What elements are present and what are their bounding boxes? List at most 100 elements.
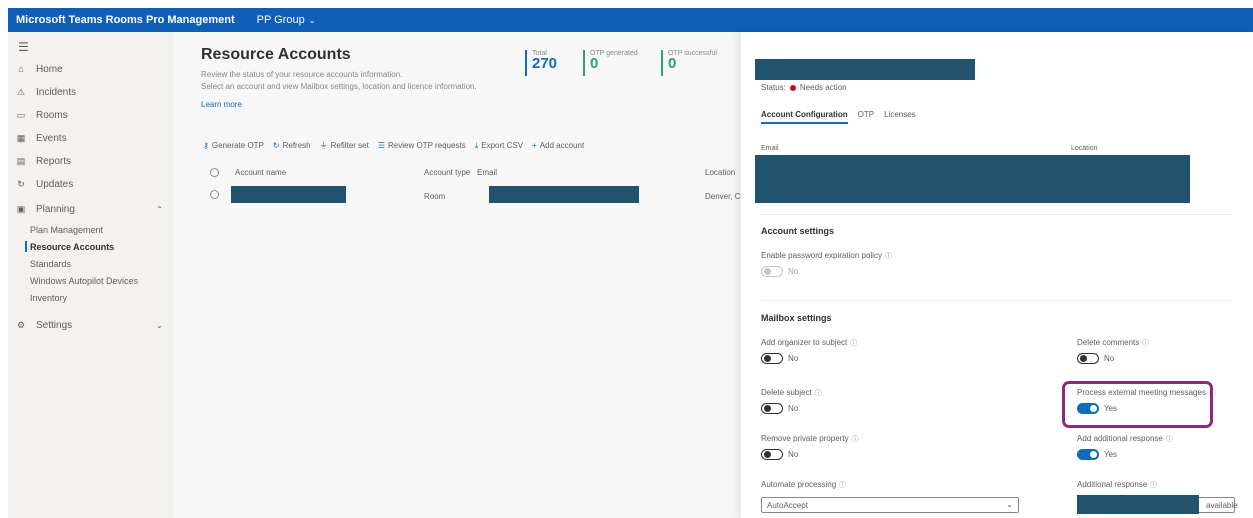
refilter-button[interactable]: ⏚ Refilter set: [320, 140, 369, 151]
sidebar-item-label: Rooms: [36, 109, 68, 121]
redacted-additional-response: [1077, 495, 1199, 514]
filter-icon: ⏚: [319, 141, 328, 150]
toggle-track: [761, 353, 783, 364]
sidebar-subitem-label: Windows Autopilot Devices: [30, 275, 139, 286]
tab-account-configuration[interactable]: Account Configuration: [761, 110, 848, 124]
info-icon[interactable]: ⓘ: [839, 482, 846, 489]
info-icon[interactable]: ⓘ: [815, 390, 822, 397]
sidebar-subitem-label: Resource Accounts: [30, 241, 115, 252]
password-expiration-toggle[interactable]: No: [761, 266, 798, 277]
button-label: Generate OTP: [211, 141, 264, 150]
account-status: Status: Needs action: [761, 83, 847, 92]
automate-processing-select[interactable]: AutoAccept ⌄: [761, 497, 1019, 513]
button-label: Add account: [539, 141, 585, 150]
alert-icon: ⚠: [16, 86, 26, 97]
add-organizer-toggle[interactable]: No: [761, 353, 798, 364]
chevron-down-icon: ⌄: [1006, 500, 1013, 509]
account-settings-title: Account settings: [761, 226, 835, 236]
panel-tabs: Account Configuration OTP Licenses: [761, 110, 916, 124]
sidebar-item-reports[interactable]: ▤ Reports: [14, 152, 169, 170]
sidebar-subitem-resource-accounts[interactable]: Resource Accounts: [24, 239, 115, 254]
chevron-down-icon: ⌄: [308, 16, 316, 25]
page-description-detail: Select an account and view Mailbox setti…: [201, 82, 477, 91]
toggle-track: [761, 403, 783, 414]
refresh-button[interactable]: ↻ Refresh: [273, 140, 311, 151]
toggle-state: No: [788, 267, 799, 276]
info-icon[interactable]: ⓘ: [850, 340, 857, 347]
command-bar: ⚷ Generate OTP ↻ Refresh ⏚ Refilter set ☰ Re…: [203, 140, 584, 151]
field-label-text: Delete subject: [761, 388, 812, 397]
home-icon: ⌂: [18, 64, 24, 74]
toggle-track: [1077, 353, 1099, 364]
section-divider: [761, 214, 1233, 215]
column-header-location[interactable]: Location: [705, 168, 735, 177]
delete-comments-toggle[interactable]: No: [1077, 353, 1114, 364]
sidebar-item-incidents[interactable]: ⚠ Incidents: [14, 83, 169, 101]
sidebar-item-settings[interactable]: ⚙ Settings ⌄: [14, 316, 169, 334]
review-otp-requests-button[interactable]: ☰ Review OTP requests: [378, 140, 466, 151]
generate-otp-button[interactable]: ⚷ Generate OTP: [203, 140, 264, 151]
password-expiration-label: Enable password expiration policy ⓘ: [761, 251, 892, 261]
toggle-knob: [1090, 451, 1097, 458]
info-icon[interactable]: ⓘ: [852, 436, 859, 443]
add-account-button[interactable]: + Add account: [532, 140, 584, 151]
sidebar-subitem-standards[interactable]: Standards: [30, 256, 71, 271]
sidebar-item-home[interactable]: ⌂ Home: [14, 60, 169, 78]
field-label-text: Delete comments: [1077, 338, 1140, 347]
sidebar-item-planning[interactable]: ▣ Planning ⌃: [14, 200, 169, 218]
info-icon[interactable]: ⓘ: [885, 253, 892, 260]
gear-icon: ⚙: [16, 319, 26, 330]
toggle-state: No: [1104, 354, 1115, 363]
select-value: AutoAccept: [767, 501, 808, 510]
app-title[interactable]: Microsoft Teams Rooms Pro Management: [16, 14, 235, 26]
info-icon[interactable]: ⓘ: [1142, 340, 1149, 347]
stat-otp-successful: OTP successful 0: [661, 50, 717, 76]
column-header-account-name[interactable]: Account name: [235, 168, 286, 177]
row-checkbox[interactable]: [210, 190, 219, 199]
sidebar-item-updates[interactable]: ↻ Updates: [14, 175, 169, 193]
calendar-icon: ▦: [16, 132, 26, 143]
select-all-checkbox[interactable]: [210, 168, 219, 177]
field-label-text: Enable password expiration policy: [761, 251, 882, 260]
field-label-text: Additional response: [1077, 480, 1148, 489]
rooms-icon: ▭: [16, 109, 26, 120]
top-bar: Microsoft Teams Rooms Pro Management PP …: [0, 0, 1253, 32]
toggle-track: [761, 449, 783, 460]
sidebar-item-events[interactable]: ▦ Events: [14, 129, 169, 147]
sidebar-subitem-autopilot-devices[interactable]: Windows Autopilot Devices: [30, 273, 138, 288]
redacted-account-details: [755, 155, 1190, 203]
redacted-account-name: [231, 186, 346, 203]
tab-licenses[interactable]: Licenses: [884, 110, 916, 124]
info-icon[interactable]: ⓘ: [1166, 436, 1173, 443]
field-label-text: Add additional response: [1077, 434, 1163, 443]
remove-private-toggle[interactable]: No: [761, 449, 798, 460]
export-csv-button[interactable]: ⤓ Export CSV: [475, 140, 523, 151]
toggle-knob: [764, 405, 771, 412]
learn-more-link[interactable]: Learn more: [201, 100, 242, 109]
toggle-knob: [764, 451, 771, 458]
sidebar-subitem-label: Plan Management: [30, 224, 104, 235]
email-column-header: Email: [761, 145, 779, 152]
automate-processing-label: Automate processing ⓘ: [761, 480, 846, 490]
sidebar-subitem-plan-management[interactable]: Plan Management: [30, 222, 103, 237]
hamburger-menu-icon[interactable]: ☰: [18, 40, 29, 54]
tab-otp[interactable]: OTP: [858, 110, 874, 124]
info-icon[interactable]: ⓘ: [1150, 482, 1157, 489]
sidebar-item-rooms[interactable]: ▭ Rooms: [14, 106, 169, 124]
button-label: Export CSV: [481, 141, 524, 150]
export-icon: ⤓: [474, 140, 479, 150]
add-additional-toggle[interactable]: Yes: [1077, 449, 1117, 460]
toggle-track: [1077, 449, 1099, 460]
page-title: Resource Accounts: [201, 46, 351, 63]
tenant-selector[interactable]: PP Group ⌄: [257, 14, 316, 26]
sidebar-subitem-label: Inventory: [30, 292, 68, 303]
sidebar-subitem-inventory[interactable]: Inventory: [30, 290, 67, 305]
button-label: Review OTP requests: [388, 141, 466, 150]
toggle-knob: [764, 355, 771, 362]
column-header-account-type[interactable]: Account type: [424, 168, 470, 177]
toggle-knob: [764, 268, 771, 275]
main-content: Resource Accounts Review the status of y…: [173, 32, 741, 518]
redacted-email: [489, 186, 639, 203]
column-header-email[interactable]: Email: [477, 168, 497, 177]
delete-subject-toggle[interactable]: No: [761, 403, 798, 414]
